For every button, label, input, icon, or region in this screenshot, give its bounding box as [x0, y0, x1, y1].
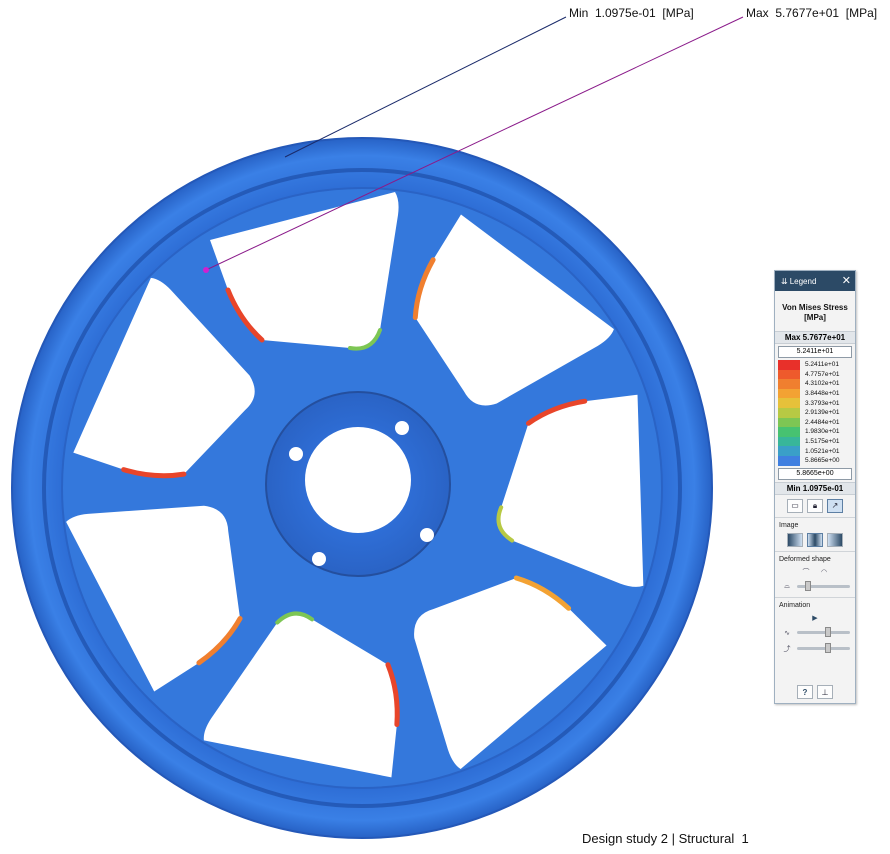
min-probe-label: Min 1.0975e-01 [MPa]	[569, 6, 694, 20]
legend-scale-row: 1.9830e+01	[778, 427, 852, 437]
animation-speed-slider[interactable]	[797, 643, 850, 654]
banded-image-icon[interactable]	[807, 532, 823, 547]
legend-heading: Von Mises Stress [MPa]	[782, 303, 848, 322]
animation-frames-slider[interactable]	[797, 627, 850, 638]
legend-scale-row: 1.5175e+01	[778, 436, 852, 447]
bolt-hole	[312, 552, 326, 566]
gradient-image-icon[interactable]	[787, 532, 803, 547]
legend-scale-swatch	[778, 398, 800, 408]
legend-scale-swatch	[778, 455, 800, 466]
legend-scale-row: 4.3102e+01	[778, 379, 852, 389]
section-animation-label: Animation	[775, 596, 855, 611]
section-image-label: Image	[775, 516, 855, 531]
legend-scale-swatch	[778, 427, 800, 437]
legend-window-title: Legend	[789, 276, 817, 286]
deformation-scale-icon: ⌓	[784, 582, 790, 590]
legend-scale-swatch	[778, 379, 800, 389]
legend-scale-swatch	[778, 436, 800, 447]
legend-bottom-value-field[interactable]: 5.8665e+00	[778, 467, 852, 480]
legend-scale-value: 4.7757e+01	[805, 370, 840, 378]
reverse-image-icon[interactable]	[827, 532, 843, 547]
lock-icon[interactable]: 🔒︎	[807, 498, 823, 513]
bolt-hole	[289, 447, 303, 461]
legend-scale-row: 1.0521e+01	[778, 446, 852, 456]
legend-scale-swatch	[778, 417, 800, 428]
min-probe-leader	[284, 16, 567, 158]
legend-scale-value: 2.9139e+01	[805, 409, 840, 417]
results-viewport[interactable]	[0, 0, 890, 854]
legend-max-value: Max 5.7677e+01	[775, 331, 855, 344]
legend-scale-value: 3.8448e+01	[805, 390, 840, 398]
legend-scale-value: 4.3102e+01	[805, 380, 840, 388]
wheel-model[interactable]	[11, 137, 713, 839]
legend-top-value-field[interactable]: 5.2411e+01	[778, 346, 852, 358]
animation-wave-icon: ∿	[784, 629, 790, 637]
close-icon[interactable]: ✕	[842, 275, 851, 287]
undeformed-shape-icon[interactable]: ◠	[817, 567, 831, 577]
legend-scale-row: 4.7757e+01	[778, 369, 852, 380]
legend-scale-value: 1.9830e+01	[805, 428, 840, 436]
legend-scale-value: 3.3793e+01	[805, 399, 840, 407]
export-icon[interactable]: ⊥	[817, 685, 833, 699]
legend-min-value: Min 1.0975e-01	[775, 481, 855, 495]
legend-scale-swatch	[778, 388, 800, 399]
legend-panel[interactable]: ⇊ Legend ✕ Von Mises Stress [MPa] Max 5.7…	[774, 270, 856, 704]
help-icon[interactable]: ?	[797, 685, 813, 699]
deformed-shape-icon[interactable]: ⌒	[799, 567, 813, 577]
study-label: Design study 2 | Structural 1	[582, 831, 749, 846]
legend-scale-value: 1.5175e+01	[805, 438, 840, 446]
legend-scale-row: 2.9139e+01	[778, 407, 852, 418]
bolt-hole	[395, 421, 409, 435]
max-probe-label: Max 5.7677e+01 [MPa]	[746, 6, 878, 20]
legend-scale-row: 3.3793e+01	[778, 398, 852, 408]
bolt-hole	[420, 528, 434, 542]
ruler-icon[interactable]: ▭	[787, 498, 803, 513]
play-icon[interactable]: ▶	[808, 613, 822, 623]
legend-scale-row: 3.8448e+01	[778, 388, 852, 399]
legend-scale-row: 5.2411e+01	[778, 360, 852, 370]
deformation-scale-slider[interactable]	[797, 581, 850, 592]
legend-scale-row: 5.8665e+00	[778, 455, 852, 466]
legend-scale-swatch	[778, 407, 800, 418]
legend-scale-value: 1.0521e+01	[805, 447, 840, 455]
legend-scale-swatch	[778, 360, 800, 370]
legend-scale-swatch	[778, 369, 800, 380]
pin-icon: ⇊	[781, 276, 788, 286]
legend-scale-row: 2.4484e+01	[778, 417, 852, 428]
legend-color-scale: 5.2411e+01 4.7757e+01 4.3102e+01 3.8448e+01…	[778, 360, 852, 466]
legend-titlebar[interactable]: ⇊ Legend ✕	[775, 271, 855, 291]
legend-scale-value: 5.2411e+01	[805, 361, 840, 369]
hub-center-bore	[305, 427, 411, 533]
max-probe-marker	[203, 267, 209, 273]
section-deformed-label: Deformed shape	[775, 550, 855, 565]
probe-chart-icon[interactable]: ↗	[827, 498, 843, 513]
animation-speed-icon: ⤴	[783, 645, 791, 653]
legend-scale-value: 5.8665e+00	[805, 457, 840, 465]
legend-scale-value: 2.4484e+01	[805, 418, 840, 426]
legend-scale-swatch	[778, 446, 800, 456]
